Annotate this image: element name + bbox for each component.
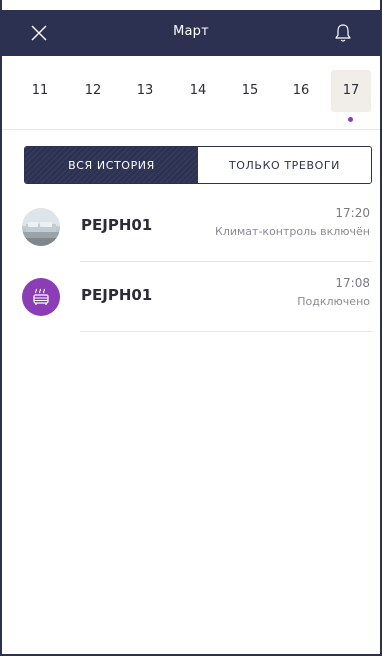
list-item[interactable]: PEJPH01 17:08 Подключено bbox=[2, 262, 380, 332]
device-name: PEJPH01 bbox=[81, 216, 153, 234]
list-item[interactable]: PEJPH01 17:20 Климат-контроль включён bbox=[2, 192, 380, 262]
history-filter-tabs: ВСЯ ИСТОРИЯ ТОЛЬКО ТРЕВОГИ bbox=[24, 146, 372, 184]
app-screen: Март 11 12 13 14 15 16 17 ВСЯ ИСТОРИЯ ТО… bbox=[0, 0, 382, 656]
row-divider bbox=[80, 331, 372, 332]
date-17-selected[interactable]: 17 bbox=[331, 70, 371, 112]
notifications-button[interactable] bbox=[332, 22, 354, 44]
event-indicator-dot bbox=[348, 117, 353, 122]
date-13[interactable]: 13 bbox=[125, 70, 165, 112]
event-time: 17:20 bbox=[335, 206, 370, 220]
event-status: Подключено bbox=[297, 295, 370, 308]
date-12[interactable]: 12 bbox=[73, 70, 113, 112]
date-15[interactable]: 15 bbox=[230, 70, 270, 112]
date-16[interactable]: 16 bbox=[281, 70, 321, 112]
date-strip: 11 12 13 14 15 16 17 bbox=[2, 56, 380, 130]
bell-icon bbox=[335, 24, 351, 42]
date-11[interactable]: 11 bbox=[20, 70, 60, 112]
tab-alarms-only[interactable]: ТОЛЬКО ТРЕВОГИ bbox=[198, 147, 371, 183]
date-14[interactable]: 14 bbox=[178, 70, 218, 112]
room-photo-avatar bbox=[22, 208, 60, 246]
header-bar: Март bbox=[2, 10, 380, 56]
event-status: Климат-контроль включён bbox=[215, 225, 370, 238]
heater-icon bbox=[33, 288, 49, 305]
heater-avatar bbox=[22, 278, 60, 316]
page-title: Март bbox=[173, 24, 209, 39]
room-photo-icon bbox=[22, 208, 60, 246]
tab-all-history[interactable]: ВСЯ ИСТОРИЯ bbox=[25, 147, 198, 183]
event-time: 17:08 bbox=[335, 276, 370, 290]
device-name: PEJPH01 bbox=[81, 286, 153, 304]
